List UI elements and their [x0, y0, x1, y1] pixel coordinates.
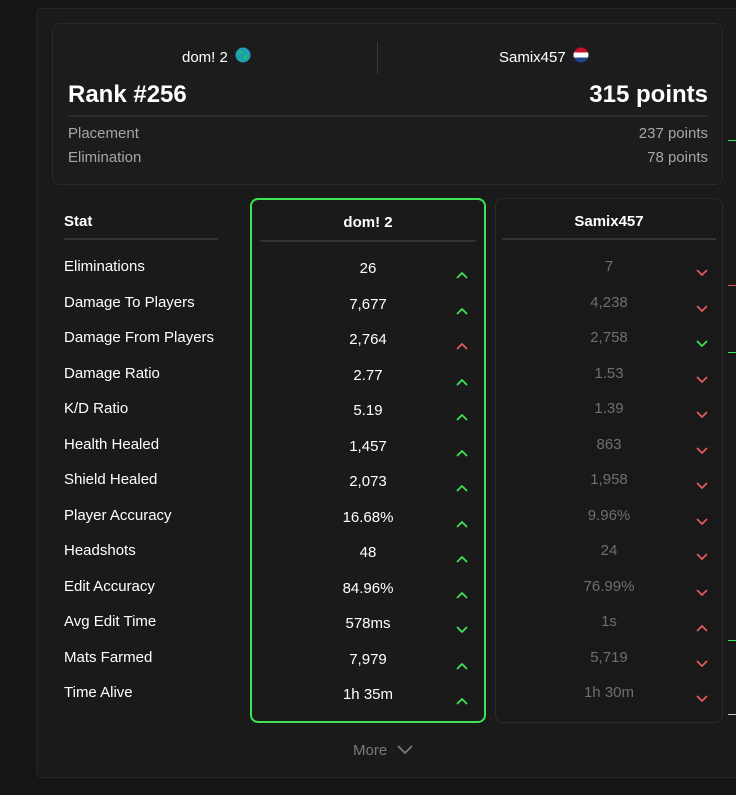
arrow-down-icon: [696, 371, 708, 383]
stat-label: Time Alive: [64, 684, 133, 701]
edge-tick: [728, 285, 736, 286]
stat-label: Headshots: [64, 542, 136, 559]
total-points: 315 points: [589, 81, 708, 108]
stat-header-underline: [64, 238, 218, 240]
player1-stat-value: 16.68%: [342, 509, 394, 526]
arrow-up-icon: [456, 586, 468, 599]
arrow-down-icon: [696, 584, 708, 596]
player2-stat-value: 2,758: [590, 329, 628, 346]
player2-stat-value: 863: [596, 436, 622, 453]
player1-column-header: dom! 2: [343, 214, 393, 231]
placement-value: 237 points: [638, 125, 708, 142]
player1-stat-value: 26: [359, 260, 377, 277]
placement-label: Placement: [68, 125, 139, 142]
arrow-up-icon: [456, 479, 468, 492]
player2-stat-value: 76.99%: [583, 578, 635, 595]
arrow-down-icon: [696, 477, 708, 489]
player1-stat-value: 5.19: [353, 402, 383, 419]
player2-stat-value: 1.53: [594, 365, 624, 382]
arrow-down-icon: [696, 406, 708, 418]
stat-label: K/D Ratio: [64, 400, 129, 417]
elimination-label: Elimination: [68, 149, 142, 166]
elimination-value: 78 points: [647, 149, 708, 166]
arrow-down-icon: [696, 300, 708, 312]
player2-header-underline: [502, 238, 716, 240]
player2-stat-value: 1s: [601, 613, 617, 630]
arrow-down-icon: [696, 548, 708, 560]
player2-stat-value: 1h 30m: [583, 684, 635, 701]
stat-label: Health Healed: [64, 436, 160, 453]
edge-tick: [728, 640, 736, 641]
stat-label: Player Accuracy: [64, 507, 172, 524]
arrow-up-icon: [696, 619, 708, 632]
arrow-up-icon: [456, 515, 468, 528]
globe-icon: [235, 47, 251, 67]
player1-stat-value: 2,764: [349, 331, 387, 348]
arrow-up-icon: [456, 373, 468, 386]
arrow-up-icon: [456, 337, 468, 350]
player1-header[interactable]: dom! 2: [182, 47, 251, 67]
arrow-down-icon: [456, 621, 468, 633]
edge-tick: [728, 714, 736, 715]
stat-label: Damage From Players: [64, 329, 215, 346]
stat-label: Avg Edit Time: [64, 613, 157, 630]
netherlands-flag-icon: [573, 47, 589, 67]
header-divider: [377, 42, 378, 74]
arrow-up-icon: [456, 408, 468, 421]
player2-stat-value: 7: [604, 258, 614, 275]
player2-stat-value: 9.96%: [587, 507, 631, 524]
stat-column-header: Stat: [64, 213, 93, 230]
arrow-down-icon: [696, 655, 708, 667]
arrow-up-icon: [456, 444, 468, 457]
arrow-down-icon: [696, 690, 708, 702]
player1-stat-value: 1h 35m: [342, 686, 394, 703]
edge-tick: [728, 140, 736, 141]
more-label: More: [353, 742, 388, 759]
player2-header[interactable]: Samix457: [499, 47, 589, 67]
chevron-down-icon: [397, 742, 413, 759]
player2-column-header: Samix457: [574, 213, 644, 230]
player1-stat-value: 2,073: [349, 473, 387, 490]
player2-stat-value: 1.39: [594, 400, 624, 417]
arrow-up-icon: [456, 302, 468, 315]
rank-title: Rank #256: [68, 81, 187, 108]
stat-label: Mats Farmed: [64, 649, 153, 666]
player2-column: [495, 198, 723, 723]
player1-stat-value: 1,457: [349, 438, 387, 455]
player1-stat-value: 84.96%: [342, 580, 394, 597]
player1-name: dom! 2: [182, 48, 228, 66]
arrow-down-icon: [696, 335, 708, 347]
arrow-down-icon: [696, 264, 708, 276]
player2-stat-value: 4,238: [590, 294, 628, 311]
player2-name: Samix457: [499, 48, 566, 66]
more-button[interactable]: More: [353, 742, 413, 759]
player1-header-underline: [260, 240, 476, 242]
stat-label: Eliminations: [64, 258, 145, 275]
player2-stat-value: 24: [600, 542, 618, 559]
player2-stat-value: 1,958: [590, 471, 628, 488]
arrow-up-icon: [456, 692, 468, 705]
arrow-down-icon: [696, 442, 708, 454]
player1-stat-value: 578ms: [345, 615, 391, 632]
player1-stat-value: 48: [359, 544, 377, 561]
player2-stat-value: 5,719: [590, 649, 628, 666]
player1-stat-value: 7,979: [349, 651, 387, 668]
player1-stat-value: 2.77: [353, 367, 383, 384]
arrow-up-icon: [456, 266, 468, 279]
edge-tick: [728, 352, 736, 353]
stat-label: Damage Ratio: [64, 365, 160, 382]
stat-label: Edit Accuracy: [64, 578, 155, 595]
arrow-up-icon: [456, 657, 468, 670]
stat-label: Shield Healed: [64, 471, 158, 488]
player1-stat-value: 7,677: [349, 296, 387, 313]
stat-label: Damage To Players: [64, 294, 195, 311]
header-divider-line: [68, 115, 708, 117]
arrow-down-icon: [696, 513, 708, 525]
arrow-up-icon: [456, 550, 468, 563]
